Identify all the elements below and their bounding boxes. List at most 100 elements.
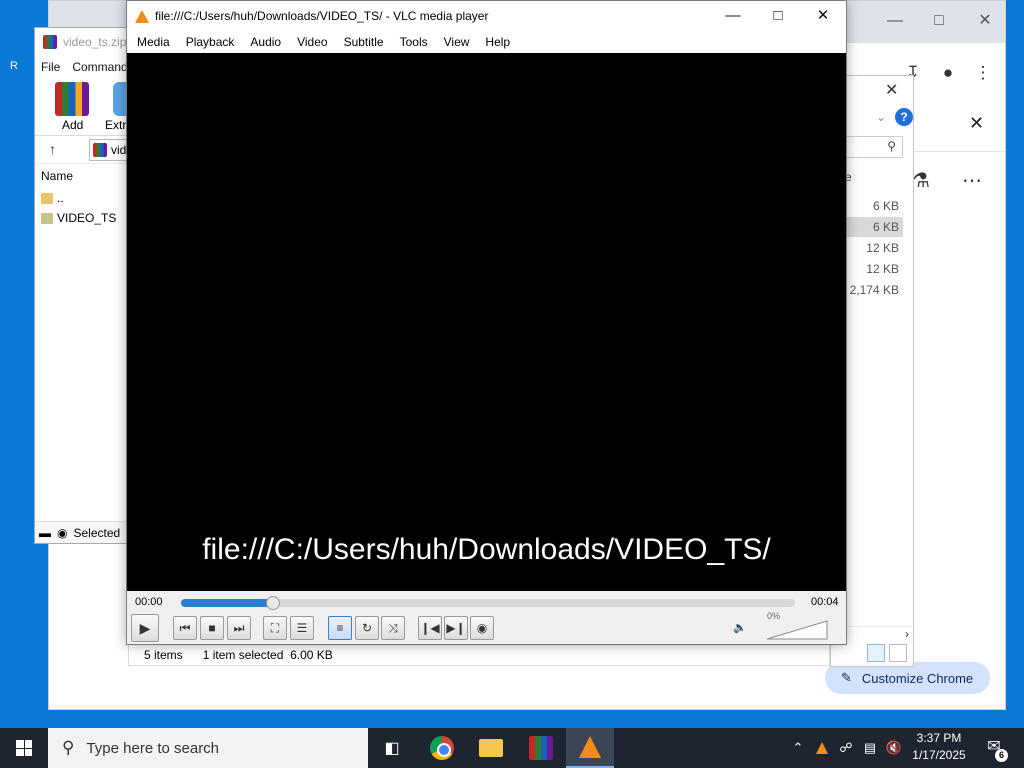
- show-hidden-icons-button[interactable]: ⌃: [788, 728, 808, 768]
- video-area[interactable]: file:///C:/Users/huh/Downloads/VIDEO_TS/: [127, 53, 846, 591]
- name-column-header[interactable]: Name: [35, 164, 133, 188]
- extended-settings-button[interactable]: ☰: [290, 616, 314, 640]
- menu-tools[interactable]: Tools: [392, 35, 436, 49]
- seek-bar[interactable]: [181, 596, 795, 610]
- profile-icon[interactable]: ●: [936, 61, 960, 85]
- tray-security-icon[interactable]: ☍: [836, 728, 856, 768]
- winrar-titlebar: video_ts.zip: [35, 28, 133, 56]
- menu-commands[interactable]: Command: [72, 60, 127, 74]
- winrar-menubar: File Command: [35, 56, 133, 78]
- seek-bar-fill: [181, 599, 274, 607]
- add-archive-icon[interactable]: [55, 82, 89, 116]
- extract-button-label[interactable]: Extr: [105, 118, 126, 132]
- taskbar-search-box[interactable]: ⚲ Type here to search: [48, 728, 368, 768]
- vlc-menubar: Media Playback Audio Video Subtitle Tool…: [127, 31, 846, 53]
- seek-handle[interactable]: [266, 596, 281, 610]
- menu-subtitle[interactable]: Subtitle: [336, 35, 392, 49]
- search-icon: ⚲: [62, 738, 75, 757]
- add-button-label[interactable]: Add: [62, 118, 83, 132]
- up-arrow-icon[interactable]: ↑: [49, 141, 56, 157]
- stop-button[interactable]: ■: [200, 616, 224, 640]
- play-button[interactable]: ▶: [131, 614, 159, 642]
- minimize-button[interactable]: —: [710, 1, 756, 31]
- kebab-menu-icon[interactable]: ⋮: [971, 61, 995, 85]
- folder-icon: [41, 192, 53, 204]
- playlist-button[interactable]: ≡: [328, 616, 352, 640]
- chrome-icon: [430, 736, 454, 760]
- start-button[interactable]: [0, 728, 48, 768]
- drive-icon: ▬: [39, 525, 51, 540]
- menu-playback[interactable]: Playback: [178, 35, 243, 49]
- taskbar-file-explorer[interactable]: [467, 728, 515, 768]
- winrar-title: video_ts.zip: [63, 35, 127, 49]
- menu-file[interactable]: File: [41, 60, 60, 74]
- search-input[interactable]: ⚲: [841, 136, 903, 158]
- apps-grid-icon[interactable]: ⋯: [962, 168, 982, 193]
- task-view-button[interactable]: ◧: [368, 728, 416, 768]
- clock-time: 3:37 PM: [916, 731, 962, 745]
- chrome-maximize-button[interactable]: □: [929, 11, 949, 31]
- menu-help[interactable]: Help: [477, 35, 518, 49]
- taskbar-chrome[interactable]: [418, 728, 466, 768]
- menu-audio[interactable]: Audio: [242, 35, 289, 49]
- archive-icon: [93, 143, 107, 157]
- vlc-window: file:///C:/Users/huh/Downloads/VIDEO_TS/…: [126, 0, 847, 645]
- maximize-button[interactable]: □: [755, 1, 801, 31]
- next-chapter-button[interactable]: ⏭: [227, 616, 251, 640]
- task-view-icon: ◧: [384, 740, 400, 757]
- next-frame-button[interactable]: ▶❙: [444, 616, 468, 640]
- details-view-icon[interactable]: [867, 644, 885, 662]
- file-size: 12 KB: [866, 262, 899, 276]
- winrar-window: video_ts.zip File Command Add Extr ↑ vid…: [34, 27, 134, 544]
- chrome-minimize-button[interactable]: —: [885, 11, 905, 31]
- previous-frame-button[interactable]: ❙◀: [418, 616, 442, 640]
- winrar-books-icon: [529, 736, 553, 760]
- taskbar-winrar[interactable]: [517, 728, 565, 768]
- notification-center-button[interactable]: ✉ 6: [982, 736, 1008, 762]
- seek-row: 00:00 00:04: [127, 593, 846, 613]
- chrome-close-button[interactable]: ✕: [975, 11, 995, 31]
- taskbar-vlc[interactable]: [566, 728, 614, 768]
- file-size: 6 KB: [872, 220, 899, 234]
- explorer-status-bar: 5 items 1 item selected 6.00 KB: [128, 644, 830, 666]
- taskbar: ⚲ Type here to search ◧ ⌃ ☍ ▤ 🔇 3:37 PM …: [0, 728, 1024, 768]
- speaker-icon[interactable]: 🔈: [733, 621, 747, 634]
- record-button[interactable]: ◉: [470, 616, 494, 640]
- notification-count-badge: 6: [995, 749, 1008, 762]
- volume-muted-icon[interactable]: 🔇: [884, 728, 904, 768]
- list-item[interactable]: VIDEO_TS: [35, 208, 133, 228]
- menu-view[interactable]: View: [436, 35, 478, 49]
- tray-vlc-icon[interactable]: [812, 728, 832, 768]
- list-item[interactable]: ..: [35, 188, 133, 208]
- view-switcher: [867, 644, 907, 662]
- help-icon[interactable]: ?: [895, 108, 913, 126]
- pencil-icon: ✎: [841, 670, 852, 685]
- loop-button[interactable]: ↻: [355, 616, 379, 640]
- customize-chrome-label: Customize Chrome: [861, 670, 974, 686]
- desktop-icon-label-fragment[interactable]: R: [10, 60, 20, 72]
- network-icon[interactable]: ▤: [860, 728, 880, 768]
- key-icon: ◉: [57, 525, 68, 540]
- previous-chapter-button[interactable]: ⏮: [173, 616, 197, 640]
- menu-video[interactable]: Video: [289, 35, 335, 49]
- folder-icon: [479, 739, 503, 757]
- search-icon: ⚲: [887, 139, 896, 153]
- fullscreen-button[interactable]: ⛶: [263, 616, 287, 640]
- playback-controls: ▶ ⏮ ■ ⏭ ⛶ ☰ ≡ ↻ ⤨ ❙◀ ▶❙ ◉ 🔈 0%: [127, 611, 846, 643]
- large-icons-view-icon[interactable]: [889, 644, 907, 662]
- status-text: Selected: [73, 525, 121, 540]
- chevron-right-icon[interactable]: ›: [905, 627, 909, 641]
- volume-slider[interactable]: [766, 619, 829, 640]
- windows-logo-icon: [16, 740, 32, 756]
- labs-beaker-icon[interactable]: ⚗: [912, 168, 930, 193]
- folder-icon: [41, 212, 53, 224]
- side-panel-close-icon[interactable]: ✕: [969, 113, 984, 134]
- winrar-books-icon: [43, 35, 57, 49]
- menu-media[interactable]: Media: [129, 35, 178, 49]
- taskbar-clock[interactable]: 3:37 PM 1/17/2025: [906, 730, 972, 764]
- close-icon[interactable]: ✕: [885, 80, 898, 100]
- shuffle-button[interactable]: ⤨: [381, 616, 405, 640]
- chevron-down-icon[interactable]: ⌄: [876, 110, 886, 124]
- close-button[interactable]: ✕: [800, 1, 846, 31]
- selection-info: 1 item selected 6.00 KB: [202, 648, 333, 662]
